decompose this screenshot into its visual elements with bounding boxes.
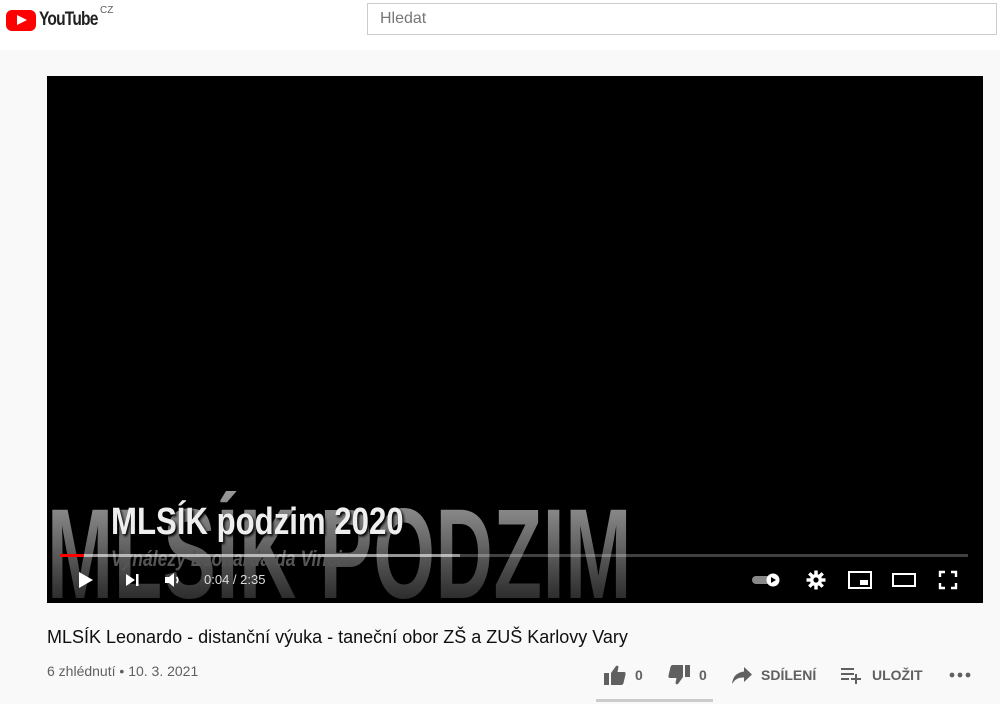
mute-button[interactable] — [160, 564, 186, 596]
volume-icon — [165, 573, 179, 587]
play-icon — [79, 572, 93, 588]
like-count: 0 — [635, 667, 643, 683]
settings-button[interactable] — [803, 564, 829, 596]
search-input[interactable] — [368, 4, 996, 34]
next-button[interactable] — [119, 564, 145, 596]
progress-bar[interactable] — [60, 554, 968, 557]
thumbs-up-icon — [604, 665, 626, 685]
playlist-add-icon — [841, 668, 861, 684]
miniplayer-icon — [848, 571, 872, 589]
time-display: 0:04 / 2:35 — [204, 572, 265, 587]
dislike-count: 0 — [699, 667, 707, 683]
sentiment-bar — [596, 699, 713, 702]
thumbs-down-icon — [668, 665, 690, 685]
meta-separator: • — [115, 663, 129, 679]
progress-buffered — [60, 554, 460, 557]
more-horizontal-icon — [949, 672, 971, 678]
gear-icon — [806, 570, 826, 590]
logo-text: YouTube — [39, 9, 98, 30]
more-actions-button[interactable] — [948, 662, 972, 688]
video-player[interactable]: MLSÍK PODZIM 2020 MLSÍK podzim 2020 Vyná… — [47, 76, 983, 603]
like-button[interactable]: 0 — [603, 662, 643, 688]
dislike-button[interactable]: 0 — [667, 662, 707, 688]
country-code: CZ — [100, 5, 114, 16]
miniplayer-button[interactable] — [845, 564, 875, 596]
theater-mode-icon — [892, 573, 916, 587]
current-time: 0:04 — [204, 572, 230, 587]
youtube-logo[interactable]: YouTube CZ — [6, 5, 113, 31]
duration: 2:35 — [240, 572, 266, 587]
share-button[interactable]: SDÍLENÍ — [731, 662, 816, 688]
save-label: ULOŽIT — [872, 667, 923, 683]
theater-mode-button[interactable] — [889, 564, 919, 596]
progress-played — [60, 554, 84, 557]
masthead: YouTube CZ — [0, 0, 1000, 50]
overlay-subtitle: Vynálezy Leonarda da Vinci — [111, 546, 342, 571]
view-count: 6 zhlédnutí — [47, 663, 116, 679]
share-label: SDÍLENÍ — [761, 667, 817, 683]
save-button[interactable]: ULOŽIT — [840, 662, 923, 688]
video-meta: 6 zhlédnutí • 10. 3. 2021 — [47, 663, 198, 679]
fullscreen-icon — [938, 570, 958, 590]
youtube-play-icon — [6, 9, 36, 31]
overlay-title: MLSÍK podzim 2020 — [111, 501, 404, 543]
search-box[interactable] — [367, 3, 997, 35]
fullscreen-button[interactable] — [933, 564, 963, 596]
play-button[interactable] — [72, 564, 98, 596]
skip-next-icon — [126, 574, 139, 586]
time-separator: / — [229, 572, 241, 587]
autoplay-toggle-icon — [752, 573, 780, 587]
video-title: MLSÍK Leonardo - distanční výuka - taneč… — [47, 627, 628, 647]
autoplay-toggle[interactable] — [750, 564, 784, 596]
share-icon — [732, 667, 752, 684]
upload-date: 10. 3. 2021 — [128, 663, 199, 679]
